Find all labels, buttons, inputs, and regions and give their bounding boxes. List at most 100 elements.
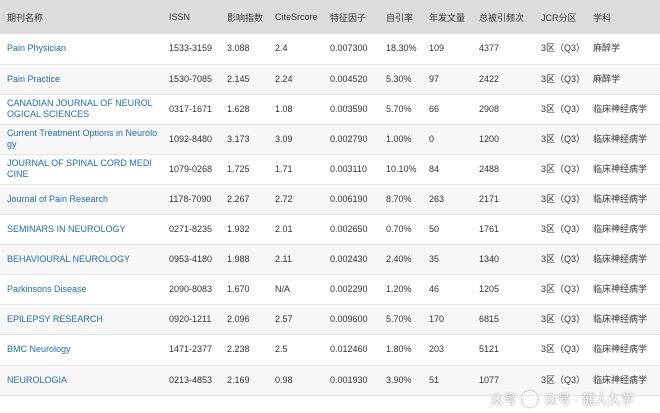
self-citation-cell: 1.20% — [379, 274, 422, 306]
jcr-quartile-cell: 3区（Q3） — [534, 64, 586, 95]
total-citations-cell: 2488 — [472, 154, 534, 185]
impact-index-cell: 2.238 — [220, 334, 268, 366]
eigenfactor-cell: 0.004520 — [323, 64, 379, 95]
journal-name-link[interactable]: CANADIAN JOURNAL OF NEUROLOGICAL SCIENCE… — [0, 94, 162, 125]
citescore-cell: 1.71 — [268, 154, 323, 185]
issn-cell: 0271-8235 — [162, 214, 220, 246]
table-row: Current Treatment Options in Neurology 10… — [0, 124, 660, 155]
issn-cell: 2090-8083 — [162, 274, 220, 306]
subject-cell: 临床神经病学 — [586, 124, 660, 155]
issn-cell: 0317-1671 — [162, 94, 220, 125]
self-citation-cell: 1.00% — [379, 124, 422, 155]
total-citations-cell: 1205 — [472, 274, 534, 306]
journal-name-link[interactable]: SEMINARS IN NEUROLOGY — [0, 214, 162, 246]
issn-cell: 1533-3159 — [162, 34, 220, 65]
impact-index-cell: 3.173 — [220, 124, 268, 155]
self-citation-cell: 10.10% — [379, 154, 422, 185]
subject-cell: 麻醉学 — [586, 64, 660, 95]
citescore-cell: 2.57 — [268, 304, 323, 336]
table-row: Journal of Pain Research 1178-7090 2.267 2.… — [0, 184, 660, 216]
journal-name-link[interactable]: Parkinsons Disease — [0, 274, 162, 306]
header-jcr-quartile[interactable]: JCR分区 — [534, 0, 586, 34]
table-header: 期刊名称 ISSN 影响指数 CiteSrcore 特征因子 自引率 年发文量 … — [0, 0, 660, 34]
journal-name-link[interactable]: EPILEPSY RESEARCH — [0, 304, 162, 336]
annual-articles-cell: 109 — [422, 34, 472, 65]
eigenfactor-cell: 0.002430 — [323, 244, 379, 276]
table-row: SEMINARS IN NEUROLOGY 0271-8235 1.932 2.01 0… — [0, 214, 660, 246]
total-citations-cell: 1761 — [472, 214, 534, 246]
subject-cell: 临床神经病学 — [586, 184, 660, 216]
total-citations-cell: 2171 — [472, 184, 534, 216]
journal-table: 期刊名称 ISSN 影响指数 CiteSrcore 特征因子 自引率 年发文量 … — [0, 0, 660, 396]
issn-cell: 1178-7090 — [162, 184, 220, 216]
eigenfactor-cell: 0.002790 — [323, 124, 379, 155]
issn-cell: 0920-1211 — [162, 304, 220, 336]
journal-name-link[interactable]: Pain Practice — [0, 64, 162, 95]
citescore-cell: 2.5 — [268, 334, 323, 366]
annual-articles-cell: 51 — [422, 365, 472, 396]
eigenfactor-cell: 0.002290 — [323, 274, 379, 306]
annual-articles-cell: 170 — [422, 304, 472, 336]
header-impact-index[interactable]: 影响指数 — [220, 0, 268, 34]
journal-name-link[interactable]: NEUROLOGIA — [0, 365, 162, 396]
self-citation-cell: 0.70% — [379, 214, 422, 246]
subject-cell: 麻醉学 — [586, 34, 660, 65]
issn-cell: 1530-7085 — [162, 64, 220, 95]
impact-index-cell: 1.932 — [220, 214, 268, 246]
total-citations-cell: 6815 — [472, 304, 534, 336]
journal-name-link[interactable]: Current Treatment Options in Neurology — [0, 124, 162, 155]
jcr-quartile-cell: 3区（Q3） — [534, 34, 586, 65]
annual-articles-cell: 46 — [422, 274, 472, 306]
jcr-quartile-cell: 3区（Q3） — [534, 154, 586, 185]
jcr-quartile-cell: 3区（Q3） — [534, 304, 586, 336]
jcr-quartile-cell: 3区（Q3） — [534, 94, 586, 125]
citescore-cell: 2.01 — [268, 214, 323, 246]
impact-index-cell: 1.628 — [220, 94, 268, 125]
subject-cell: 临床神经病学 — [586, 94, 660, 125]
eigenfactor-cell: 0.006190 — [323, 184, 379, 216]
journal-name-link[interactable]: JOURNAL OF SPINAL CORD MEDICINE — [0, 154, 162, 185]
self-citation-cell: 5.70% — [379, 94, 422, 125]
journal-name-link[interactable]: Pain Physician — [0, 34, 162, 65]
header-eigenfactor[interactable]: 特征因子 — [323, 0, 379, 34]
table-row: CANADIAN JOURNAL OF NEUROLOGICAL SCIENCE… — [0, 94, 660, 125]
table-row: BEHAVIOURAL NEUROLOGY 0953-4180 1.988 2.11 0… — [0, 244, 660, 276]
issn-cell: 1092-8480 — [162, 124, 220, 155]
jcr-quartile-cell: 3区（Q3） — [534, 334, 586, 366]
total-citations-cell: 5121 — [472, 334, 534, 366]
citescore-cell: 2.11 — [268, 244, 323, 276]
eigenfactor-cell: 0.001930 — [323, 365, 379, 396]
header-subject[interactable]: 学科 — [586, 0, 660, 34]
journal-name-link[interactable]: BMC Neurology — [0, 334, 162, 366]
subject-cell: 临床神经病学 — [586, 154, 660, 185]
self-citation-cell: 5.70% — [379, 304, 422, 336]
eigenfactor-cell: 0.002650 — [323, 214, 379, 246]
annual-articles-cell: 35 — [422, 244, 472, 276]
header-total-citations[interactable]: 总被引频次 — [472, 0, 534, 34]
eigenfactor-cell: 0.003590 — [323, 94, 379, 125]
subject-cell: 临床神经病学 — [586, 244, 660, 276]
eigenfactor-cell: 0.007300 — [323, 34, 379, 65]
total-citations-cell: 1200 — [472, 124, 534, 155]
total-citations-cell: 4377 — [472, 34, 534, 65]
table-row: JOURNAL OF SPINAL CORD MEDICINE 1079-0268… — [0, 154, 660, 185]
header-annual-articles[interactable]: 年发文量 — [422, 0, 472, 34]
issn-cell: 1079-0268 — [162, 154, 220, 185]
header-issn[interactable]: ISSN — [162, 0, 220, 34]
journal-name-link[interactable]: BEHAVIOURAL NEUROLOGY — [0, 244, 162, 276]
table-row: Pain Practice 1530-7085 2.145 2.24 0.004520 5… — [0, 64, 660, 95]
jcr-quartile-cell: 3区（Q3） — [534, 214, 586, 246]
table-row: EPILEPSY RESEARCH 0920-1211 2.096 2.57 0.009… — [0, 304, 660, 336]
citescore-cell: 2.24 — [268, 64, 323, 95]
annual-articles-cell: 66 — [422, 94, 472, 125]
journal-name-link[interactable]: Journal of Pain Research — [0, 184, 162, 216]
total-citations-cell: 2422 — [472, 64, 534, 95]
header-journal-name[interactable]: 期刊名称 — [0, 0, 162, 34]
annual-articles-cell: 97 — [422, 64, 472, 95]
citescore-cell: 3.09 — [268, 124, 323, 155]
header-citescore[interactable]: CiteSrcore — [268, 0, 323, 34]
impact-index-cell: 2.169 — [220, 365, 268, 396]
impact-index-cell: 2.096 — [220, 304, 268, 336]
header-self-citation-rate[interactable]: 自引率 — [379, 0, 422, 34]
subject-cell: 临床神经病学 — [586, 304, 660, 336]
